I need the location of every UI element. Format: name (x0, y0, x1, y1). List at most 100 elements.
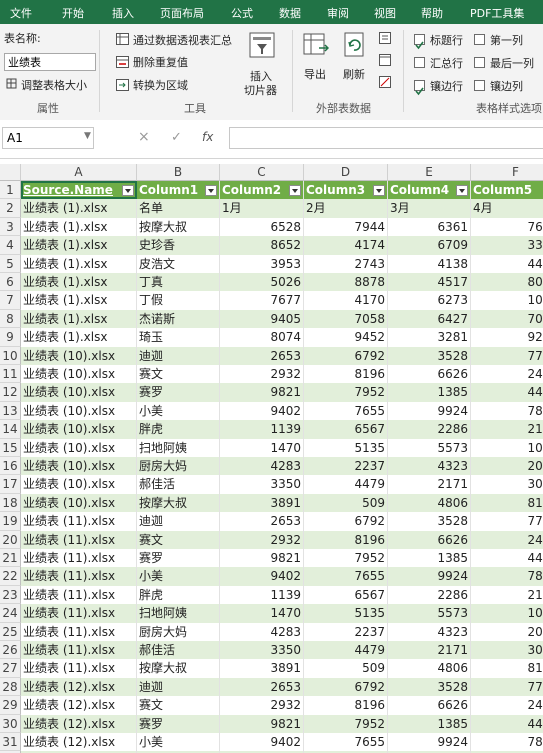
table-cell[interactable]: 3281 (388, 328, 471, 347)
row-header[interactable]: 31 (0, 733, 21, 752)
table-cell[interactable]: 小美 (137, 567, 220, 586)
table-cell[interactable]: 业绩表 (1).xlsx (21, 328, 137, 347)
table-cell[interactable]: 4479 (304, 641, 388, 660)
ribbon-tab[interactable]: 插入 (112, 5, 134, 21)
remove-duplicates-button[interactable]: 删除重复值 (133, 54, 188, 70)
table-cell[interactable]: 1000 (471, 604, 543, 623)
select-all-corner[interactable] (0, 164, 21, 181)
table-cell[interactable]: 7811 (471, 401, 543, 421)
table-cell[interactable]: 按摩大叔 (137, 217, 220, 237)
table-cell[interactable]: 赛文 (137, 696, 220, 715)
table-cell[interactable]: 6567 (304, 420, 388, 439)
name-box-dropdown-icon[interactable]: ▼ (84, 131, 91, 141)
row-header[interactable]: 6 (0, 273, 21, 292)
table-cell[interactable]: 3350 (220, 475, 304, 494)
table-cell[interactable]: 2286 (388, 585, 471, 605)
row-header[interactable]: 5 (0, 254, 21, 273)
row-header[interactable]: 1 (0, 181, 21, 200)
table-header-cell[interactable]: Column5 (471, 181, 543, 200)
table-cell[interactable]: 2171 (471, 420, 543, 439)
table-cell[interactable]: 2653 (220, 677, 304, 697)
table-cell[interactable]: 9924 (388, 567, 471, 586)
insert-function-icon[interactable]: fx (202, 130, 213, 144)
table-cell[interactable]: 8652 (220, 236, 304, 255)
table-cell[interactable]: 3030 (471, 475, 543, 494)
filter-dropdown-icon[interactable] (205, 185, 217, 196)
row-header[interactable]: 28 (0, 677, 21, 697)
row-header[interactable]: 14 (0, 420, 21, 439)
table-cell[interactable]: 2494 (471, 696, 543, 715)
banded-rows-checkbox[interactable] (414, 80, 425, 96)
table-cell[interactable]: 赛文 (137, 530, 220, 549)
table-cell[interactable]: 9821 (220, 714, 304, 733)
table-cell[interactable]: 1月 (220, 199, 304, 218)
table-cell[interactable]: 7611 (471, 217, 543, 237)
table-cell[interactable]: 业绩表 (10).xlsx (21, 438, 137, 457)
column-header[interactable]: F (471, 164, 543, 181)
banded-columns-checkbox[interactable] (474, 80, 485, 91)
table-cell[interactable]: 2171 (388, 475, 471, 494)
row-header[interactable]: 15 (0, 438, 21, 457)
table-cell[interactable]: 胖虎 (137, 420, 220, 439)
row-header[interactable]: 23 (0, 585, 21, 605)
row-header[interactable]: 18 (0, 493, 21, 513)
table-cell[interactable]: 迪迦 (137, 346, 220, 365)
table-cell[interactable]: 9402 (220, 401, 304, 421)
table-cell[interactable]: 3891 (220, 659, 304, 678)
table-cell[interactable]: 按摩大叔 (137, 659, 220, 678)
table-cell[interactable]: 4806 (388, 659, 471, 678)
table-cell[interactable]: 4454 (471, 383, 543, 402)
table-cell[interactable]: 6528 (220, 217, 304, 237)
table-cell[interactable]: 业绩表 (10).xlsx (21, 365, 137, 384)
row-header[interactable]: 13 (0, 401, 21, 421)
row-header[interactable]: 12 (0, 383, 21, 402)
row-header[interactable]: 10 (0, 346, 21, 365)
table-cell[interactable]: 6792 (304, 512, 388, 531)
table-cell[interactable]: 3528 (388, 512, 471, 531)
table-cell[interactable]: 3350 (220, 641, 304, 660)
table-cell[interactable]: 丁真 (137, 273, 220, 292)
cancel-icon[interactable]: × (138, 129, 150, 145)
table-cell[interactable]: 2077 (471, 622, 543, 641)
table-cell[interactable]: 业绩表 (1).xlsx (21, 309, 137, 329)
table-cell[interactable]: 业绩表 (11).xlsx (21, 549, 137, 568)
row-header[interactable]: 8 (0, 309, 21, 329)
table-cell[interactable]: 6792 (304, 346, 388, 365)
table-cell[interactable]: 2月 (304, 199, 388, 218)
table-cell[interactable]: 5135 (304, 604, 388, 623)
row-header[interactable]: 21 (0, 549, 21, 568)
table-cell[interactable]: 业绩表 (10).xlsx (21, 346, 137, 365)
table-cell[interactable]: 2171 (388, 641, 471, 660)
table-cell[interactable]: 2286 (388, 420, 471, 439)
table-cell[interactable]: 郝佳活 (137, 475, 220, 494)
table-cell[interactable]: 8196 (304, 696, 388, 715)
row-header[interactable]: 27 (0, 659, 21, 678)
table-cell[interactable]: 业绩表 (11).xlsx (21, 567, 137, 586)
table-cell[interactable]: 2743 (304, 254, 388, 273)
pivot-summary-button[interactable]: 通过数据透视表汇总 (133, 32, 232, 48)
table-cell[interactable]: 厨房大妈 (137, 457, 220, 476)
row-header[interactable]: 26 (0, 641, 21, 660)
ribbon-tab[interactable]: 开始 (62, 5, 84, 21)
column-header[interactable]: C (220, 164, 304, 181)
table-cell[interactable]: 9402 (220, 733, 304, 752)
table-cell[interactable]: 业绩表 (10).xlsx (21, 493, 137, 513)
table-cell[interactable]: 1086 (471, 291, 543, 310)
table-cell[interactable]: 7677 (220, 291, 304, 310)
refresh-button[interactable]: 刷新 (343, 66, 365, 82)
table-cell[interactable]: 3333 (471, 236, 543, 255)
table-cell[interactable]: 2932 (220, 696, 304, 715)
table-cell[interactable]: 7047 (471, 309, 543, 329)
ribbon-tab[interactable]: 页面布局 (160, 5, 204, 21)
row-header[interactable]: 2 (0, 199, 21, 218)
table-cell[interactable]: 厨房大妈 (137, 622, 220, 641)
table-cell[interactable]: 9924 (388, 401, 471, 421)
table-cell[interactable]: 7811 (471, 733, 543, 752)
table-cell[interactable]: 2237 (304, 622, 388, 641)
table-cell[interactable]: 4323 (388, 622, 471, 641)
row-header[interactable]: 24 (0, 604, 21, 623)
table-cell[interactable]: 1470 (220, 438, 304, 457)
table-cell[interactable]: 1385 (388, 383, 471, 402)
table-cell[interactable]: 2237 (304, 457, 388, 476)
table-cell[interactable]: 3月 (388, 199, 471, 218)
